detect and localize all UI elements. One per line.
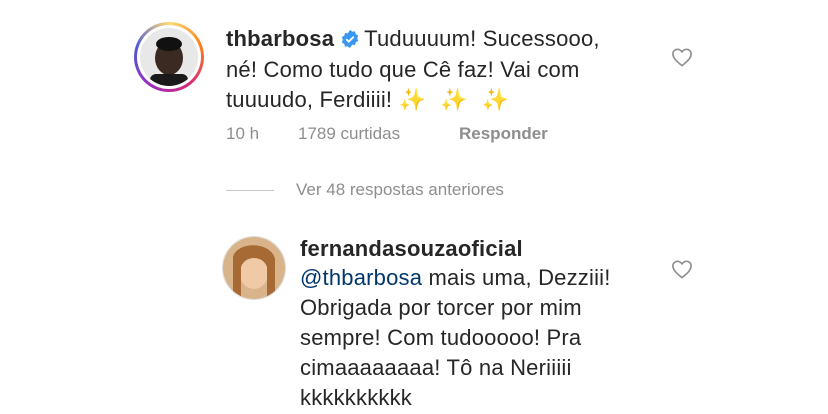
reply-line-1: @thbarbosa mais uma, Dezziii!	[300, 263, 611, 292]
sparkles-emoji: ✨ ✨ ✨	[398, 87, 513, 112]
comment-username[interactable]: thbarbosa	[226, 26, 334, 51]
comment-line: mais uma, Dezziii!	[422, 265, 611, 290]
comment-line: Obrigada por torcer por mim	[300, 295, 582, 320]
like-heart-icon[interactable]	[671, 47, 693, 67]
comment-line: cimaaaaaaaa! Tô na Neriiiii	[300, 355, 572, 380]
verified-icon	[341, 29, 359, 49]
comment-time: 10 h	[226, 124, 260, 143]
comment-line: Tuduuuum! Sucessooo,	[364, 26, 600, 51]
avatar[interactable]	[222, 236, 286, 300]
story-ring[interactable]	[134, 22, 204, 92]
like-heart-icon[interactable]	[671, 259, 693, 279]
reply-button[interactable]: Responder	[459, 124, 548, 144]
replies-divider	[226, 190, 274, 191]
comment-text: thbarbosa Tuduuuum! Sucessooo,	[226, 24, 600, 53]
comment-line: né! Como tudo que Cê faz! Vai com	[226, 57, 580, 82]
comment-line: sempre! Com tudooooo! Pra	[300, 325, 582, 350]
comment-line-3: tuuuudo, Ferdiiii! ✨ ✨ ✨	[226, 85, 513, 114]
comment-line: tuuuudo, Ferdiiii!	[226, 87, 393, 112]
avatar	[140, 28, 198, 86]
comment-line: kkkkkkkkkk	[300, 385, 412, 410]
reply-username: fernandasouzaoficial	[300, 234, 523, 263]
mention-link[interactable]: @thbarbosa	[300, 265, 422, 290]
likes-count[interactable]: 1789 curtidas	[298, 124, 400, 144]
view-replies-button[interactable]: Ver 48 respostas anteriores	[296, 180, 504, 200]
comment-username[interactable]: fernandasouzaoficial	[300, 236, 523, 261]
